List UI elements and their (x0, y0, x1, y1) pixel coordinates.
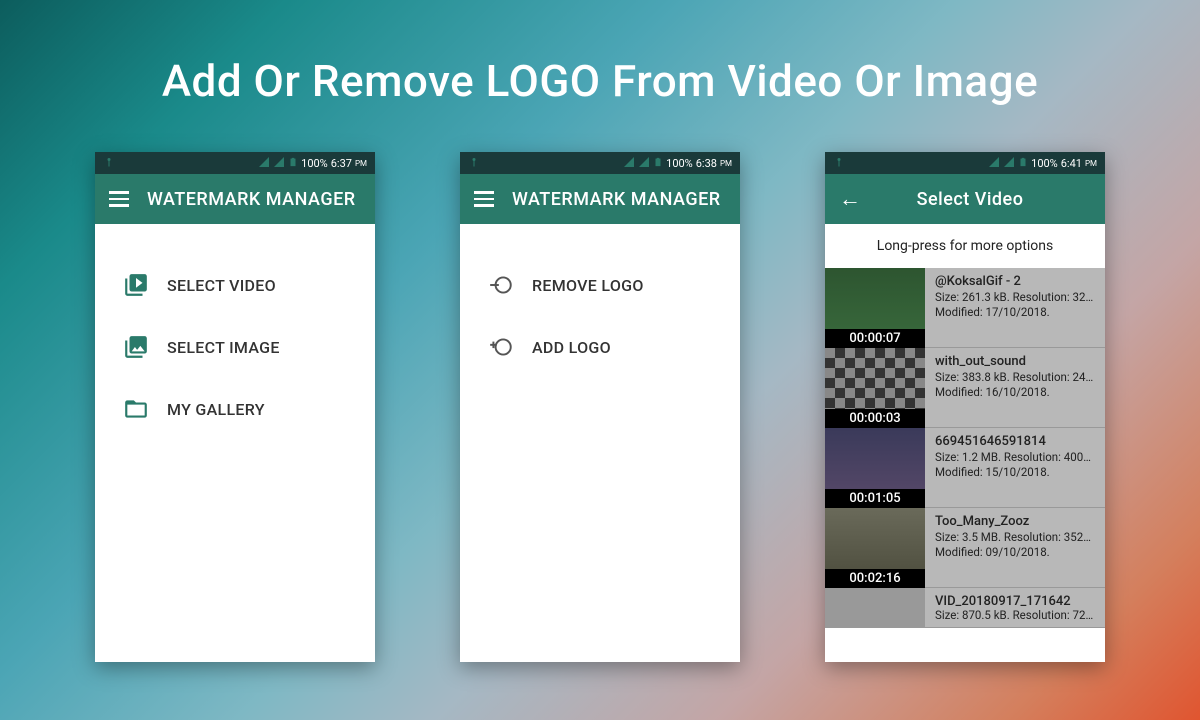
signal-icon (623, 156, 635, 171)
video-modified: Modified: 09/10/2018. (935, 545, 1095, 559)
app-bar-title: WATERMARK MANAGER (147, 189, 356, 210)
image-icon (123, 334, 149, 360)
video-item[interactable]: 00:01:05 669451646591814 Size: 1.2 MB. R… (825, 428, 1105, 508)
phone-screen-2: 100% 6:38 PM WATERMARK MANAGER REMOVE LO… (460, 152, 740, 662)
video-thumbnail (825, 588, 925, 628)
signal-icon (638, 156, 650, 171)
video-meta: Size: 3.5 MB. Resolution: 352x264. (935, 530, 1095, 544)
battery-percent: 100% (1031, 157, 1058, 170)
status-bar: 100% 6:38 PM (460, 152, 740, 174)
video-modified: Modified: 16/10/2018. (935, 385, 1095, 399)
menu-label: SELECT IMAGE (167, 338, 280, 357)
video-item[interactable]: VID_20180917_171642 Size: 870.5 kB. Reso… (825, 588, 1105, 628)
menu-icon[interactable] (474, 191, 494, 207)
video-meta: Size: 261.3 kB. Resolution: 320x206. (935, 290, 1095, 304)
menu-label: ADD LOGO (532, 338, 611, 357)
video-item[interactable]: 00:00:03 with_out_sound Size: 383.8 kB. … (825, 348, 1105, 428)
add-logo-icon (488, 334, 514, 360)
hint-text: Long-press for more options (825, 224, 1105, 268)
battery-percent: 100% (301, 157, 328, 170)
app-bar: ← Select Video (825, 174, 1105, 224)
video-name: VID_20180917_171642 (935, 594, 1095, 607)
video-duration: 00:01:05 (825, 489, 925, 508)
video-icon (123, 272, 149, 298)
video-duration: 00:00:07 (825, 329, 925, 348)
signal-icon (273, 156, 285, 171)
video-list: 00:00:07 @KoksalGif - 2 Size: 261.3 kB. … (825, 268, 1105, 628)
video-thumbnail: 00:00:07 (825, 268, 925, 348)
folder-icon (123, 396, 149, 422)
status-usb-icon (833, 157, 845, 169)
app-bar: WATERMARK MANAGER (95, 174, 375, 224)
add-logo-button[interactable]: ADD LOGO (480, 316, 720, 378)
status-bar: 100% 6:37 PM (95, 152, 375, 174)
video-duration: 00:02:16 (825, 569, 925, 588)
video-item[interactable]: 00:02:16 Too_Many_Zooz Size: 3.5 MB. Res… (825, 508, 1105, 588)
signal-icon (258, 156, 270, 171)
video-name: @KoksalGif - 2 (935, 274, 1095, 289)
status-ampm: PM (355, 159, 367, 168)
menu-label: REMOVE LOGO (532, 276, 644, 295)
status-time: 6:38 (696, 157, 717, 170)
phone-screen-1: 100% 6:37 PM WATERMARK MANAGER SELECT VI… (95, 152, 375, 662)
app-bar: WATERMARK MANAGER (460, 174, 740, 224)
battery-icon (653, 156, 663, 171)
app-bar-title: WATERMARK MANAGER (512, 189, 721, 210)
status-ampm: PM (1085, 159, 1097, 168)
video-duration: 00:00:03 (825, 409, 925, 428)
battery-icon (288, 156, 298, 171)
battery-icon (1018, 156, 1028, 171)
video-meta: Size: 1.2 MB. Resolution: 400x400. (935, 450, 1095, 464)
video-meta: Size: 383.8 kB. Resolution: 240x426. (935, 370, 1095, 384)
select-video-button[interactable]: SELECT VIDEO (115, 254, 355, 316)
video-thumbnail: 00:01:05 (825, 428, 925, 508)
status-usb-icon (468, 157, 480, 169)
menu-label: MY GALLERY (167, 400, 265, 419)
status-time: 6:41 (1061, 157, 1082, 170)
select-image-button[interactable]: SELECT IMAGE (115, 316, 355, 378)
status-usb-icon (103, 157, 115, 169)
my-gallery-button[interactable]: MY GALLERY (115, 378, 355, 440)
status-ampm: PM (720, 159, 732, 168)
phone-screen-3: 100% 6:41 PM ← Select Video Long-press f… (825, 152, 1105, 662)
video-item[interactable]: 00:00:07 @KoksalGif - 2 Size: 261.3 kB. … (825, 268, 1105, 348)
app-bar-title: Select Video (849, 189, 1091, 210)
video-thumbnail: 00:00:03 (825, 348, 925, 428)
signal-icon (1003, 156, 1015, 171)
video-modified: Modified: 15/10/2018. (935, 465, 1095, 479)
status-bar: 100% 6:41 PM (825, 152, 1105, 174)
signal-icon (988, 156, 1000, 171)
status-time: 6:37 (331, 157, 352, 170)
menu-icon[interactable] (109, 191, 129, 207)
video-modified: Modified: 17/10/2018. (935, 305, 1095, 319)
video-name: Too_Many_Zooz (935, 514, 1095, 529)
video-name: with_out_sound (935, 354, 1095, 369)
battery-percent: 100% (666, 157, 693, 170)
menu-label: SELECT VIDEO (167, 276, 276, 295)
video-meta: Size: 870.5 kB. Resolution: 720x480. (935, 608, 1095, 621)
phone-row: 100% 6:37 PM WATERMARK MANAGER SELECT VI… (0, 152, 1200, 662)
promo-title: Add Or Remove LOGO From Video Or Image (0, 0, 1200, 107)
video-name: 669451646591814 (935, 434, 1095, 449)
remove-logo-icon (488, 272, 514, 298)
remove-logo-button[interactable]: REMOVE LOGO (480, 254, 720, 316)
video-thumbnail: 00:02:16 (825, 508, 925, 588)
